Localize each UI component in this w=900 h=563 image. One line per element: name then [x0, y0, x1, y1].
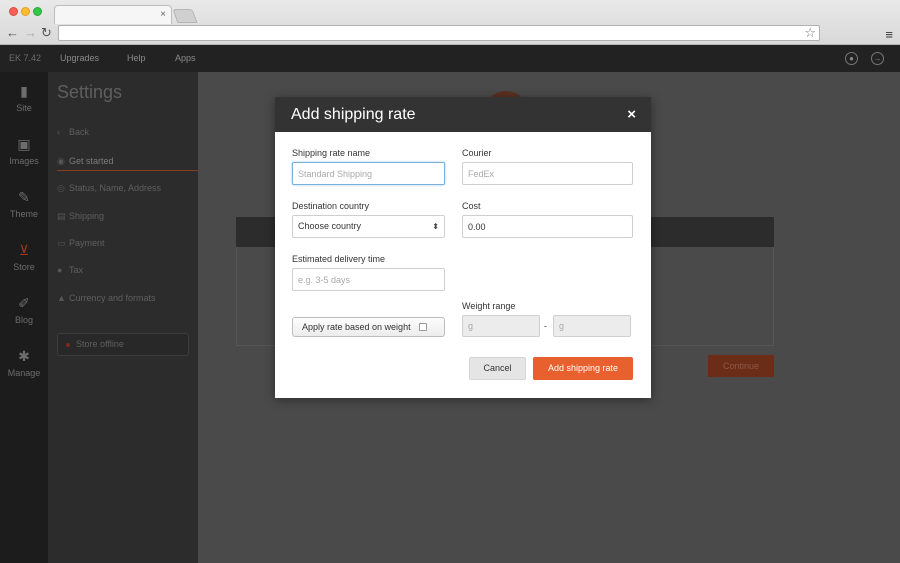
back-arrow-icon[interactable]: ← — [6, 26, 19, 39]
new-tab-button[interactable] — [172, 9, 198, 23]
settings-item-label: Currency and formats — [69, 293, 156, 303]
settings-item-currency[interactable]: ▲ Currency and formats — [57, 293, 156, 303]
courier-input[interactable] — [462, 162, 633, 185]
tax-icon: ● — [57, 265, 63, 275]
destination-country-select[interactable]: Choose country ⬍ — [292, 215, 445, 238]
rail-item-label: Store — [13, 262, 35, 272]
help-link[interactable]: Help — [127, 53, 146, 63]
continue-button: Continue — [708, 355, 774, 377]
destination-country-label: Destination country — [292, 201, 370, 211]
select-arrows-icon: ⬍ — [432, 222, 439, 231]
maximize-window-button[interactable] — [33, 7, 42, 16]
rail-item-images[interactable]: ▣ Images — [0, 135, 48, 166]
rail-item-label: Manage — [7, 368, 41, 378]
shipping-rate-name-input[interactable] — [292, 162, 445, 185]
settings-item-label: Payment — [69, 238, 105, 248]
active-indicator — [57, 170, 198, 171]
shipping-rate-name-label: Shipping rate name — [292, 148, 371, 158]
account-icon[interactable]: ● — [845, 52, 858, 65]
icon-rail: ▮ Site ▣ Images ✎ Theme ⊻ Store ✐ Blog ✱… — [0, 72, 48, 563]
browser-menu-icon[interactable]: ≡ — [885, 27, 893, 42]
address-bar[interactable]: ☆ — [58, 25, 820, 41]
settings-item-status[interactable]: ◎ Status, Name, Address — [57, 183, 161, 194]
estimated-delivery-input[interactable] — [292, 268, 445, 291]
back-label: Back — [69, 127, 90, 137]
dialog-header: Add shipping rate × — [275, 97, 651, 132]
destination-country-value: Choose country — [298, 221, 362, 231]
weight-from-input[interactable] — [462, 315, 540, 337]
settings-item-label: Shipping — [69, 211, 105, 221]
currency-icon: ▲ — [57, 293, 66, 303]
browser-chrome: × ← → ↻ ☆ ≡ — [0, 0, 900, 45]
settings-item-label: Get started — [69, 156, 114, 166]
add-shipping-rate-button[interactable]: Add shipping rate — [533, 357, 633, 380]
rail-item-label: Site — [16, 103, 32, 113]
rail-item-label: Blog — [14, 315, 33, 325]
upgrades-link[interactable]: Upgrades — [60, 53, 99, 63]
brush-icon: ✎ — [18, 189, 30, 205]
chevron-left-icon: ‹ — [57, 127, 60, 137]
rail-item-label: Theme — [9, 209, 38, 219]
browser-tab[interactable]: × — [54, 5, 172, 24]
app-topbar: EK 7.42 Upgrades Help Apps ● → — [0, 45, 900, 72]
courier-label: Courier — [462, 148, 492, 158]
brand-label: EK 7.42 — [9, 53, 42, 63]
settings-item-shipping[interactable]: ▤ Shipping — [57, 211, 104, 222]
rail-item-theme[interactable]: ✎ Theme — [0, 188, 48, 219]
target-icon: ◉ — [57, 156, 65, 166]
close-window-button[interactable] — [9, 7, 18, 16]
weight-range-label: Weight range — [462, 301, 516, 311]
cost-label: Cost — [462, 201, 481, 211]
apps-link[interactable]: Apps — [175, 53, 196, 63]
apply-weight-checkbox[interactable] — [419, 323, 427, 331]
settings-panel: Settings ‹ Back ◉ Get started ◎ Status, Nam… — [48, 72, 198, 563]
logout-icon[interactable]: → — [871, 52, 884, 65]
settings-item-tax[interactable]: ● Tax — [57, 265, 83, 275]
rail-item-blog[interactable]: ✐ Blog — [0, 294, 48, 325]
rail-item-site[interactable]: ▮ Site — [0, 82, 48, 113]
settings-item-payment[interactable]: ▭ Payment — [57, 238, 105, 249]
rail-item-label: Images — [9, 156, 39, 166]
apply-weight-toggle[interactable]: Apply rate based on weight — [292, 317, 445, 337]
settings-item-get-started[interactable]: ◉ Get started — [57, 156, 114, 167]
weight-to-input[interactable] — [553, 315, 631, 337]
settings-item-label: Tax — [69, 265, 84, 275]
apply-weight-label: Apply rate based on weight — [302, 322, 411, 332]
card-icon: ▭ — [57, 238, 66, 248]
blog-icon: ✐ — [18, 295, 30, 311]
site-icon: ▮ — [20, 83, 28, 99]
forward-arrow-icon[interactable]: → — [24, 26, 37, 39]
dialog-title: Add shipping rate — [291, 106, 416, 123]
range-dash: - — [544, 321, 547, 331]
truck-icon: ▤ — [57, 211, 66, 221]
reload-icon[interactable]: ↻ — [41, 26, 52, 39]
close-icon[interactable]: × — [627, 106, 636, 123]
cost-input[interactable] — [462, 215, 633, 238]
estimated-delivery-label: Estimated delivery time — [292, 254, 386, 264]
status-icon: ◎ — [57, 183, 65, 193]
store-offline-label: Store offline — [76, 339, 124, 349]
gear-icon: ✱ — [18, 348, 30, 364]
rail-item-manage[interactable]: ✱ Manage — [0, 347, 48, 378]
status-dot-icon — [66, 342, 70, 347]
minimize-window-button[interactable] — [21, 7, 30, 16]
cancel-button[interactable]: Cancel — [469, 357, 526, 380]
back-link[interactable]: ‹ Back — [57, 127, 89, 137]
images-icon: ▣ — [17, 136, 31, 152]
add-shipping-rate-dialog: Add shipping rate × Shipping rate name C… — [275, 97, 651, 398]
settings-item-label: Status, Name, Address — [69, 183, 162, 193]
cart-icon: ⊻ — [18, 242, 30, 258]
rail-item-store[interactable]: ⊻ Store — [0, 241, 48, 272]
bookmark-star-icon[interactable]: ☆ — [804, 25, 816, 41]
page-title: Settings — [57, 82, 123, 102]
store-offline-button[interactable]: Store offline — [57, 333, 189, 356]
tab-close-icon[interactable]: × — [160, 9, 166, 20]
